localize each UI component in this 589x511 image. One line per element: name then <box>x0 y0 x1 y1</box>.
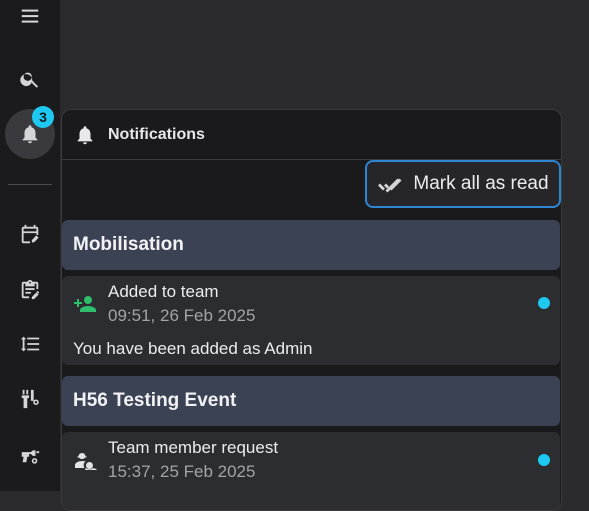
calendar-edit-icon[interactable] <box>5 210 55 260</box>
notification-item[interactable]: Team member request 15:37, 25 Feb 2025 <box>62 432 560 510</box>
worker-request-icon <box>73 450 97 474</box>
double-check-icon <box>378 178 402 193</box>
mark-all-read-label: Mark all as read <box>413 173 549 194</box>
list-order-icon[interactable] <box>5 319 55 369</box>
panel-title: Notifications <box>108 125 205 143</box>
sidebar-divider <box>8 184 52 185</box>
unread-dot <box>538 297 550 309</box>
clipboard-edit-icon[interactable] <box>5 265 55 315</box>
unread-count-badge: 3 <box>32 106 54 128</box>
menu-icon[interactable] <box>5 0 55 41</box>
mark-all-read-button[interactable]: Mark all as read <box>365 160 561 208</box>
group-title: H56 Testing Event <box>73 390 237 411</box>
group-title: Mobilisation <box>73 234 184 255</box>
bell-icon <box>77 125 93 144</box>
notification-time: 09:51, 26 Feb 2025 <box>108 306 256 325</box>
notifications-panel: Notifications Mark all as read Mobilisat… <box>61 109 562 511</box>
sidebar: 3 <box>0 0 60 491</box>
notification-title: Team member request <box>108 438 279 457</box>
unread-dot <box>538 454 550 466</box>
notification-title: Added to team <box>108 282 219 301</box>
search-icon[interactable] <box>5 54 55 104</box>
notification-item[interactable]: Added to team 09:51, 26 Feb 2025 You hav… <box>62 276 560 365</box>
add-person-icon <box>73 292 97 316</box>
group-header: Mobilisation <box>62 220 560 270</box>
notifications-bell-button[interactable]: 3 <box>5 106 55 159</box>
group-header: H56 Testing Event <box>62 376 560 426</box>
drill-settings-icon[interactable] <box>5 429 55 479</box>
notification-time: 15:37, 25 Feb 2025 <box>108 462 256 481</box>
panel-header: Notifications <box>62 110 561 160</box>
tools-settings-icon[interactable] <box>5 374 55 424</box>
notification-body: You have been added as Admin <box>73 339 313 358</box>
